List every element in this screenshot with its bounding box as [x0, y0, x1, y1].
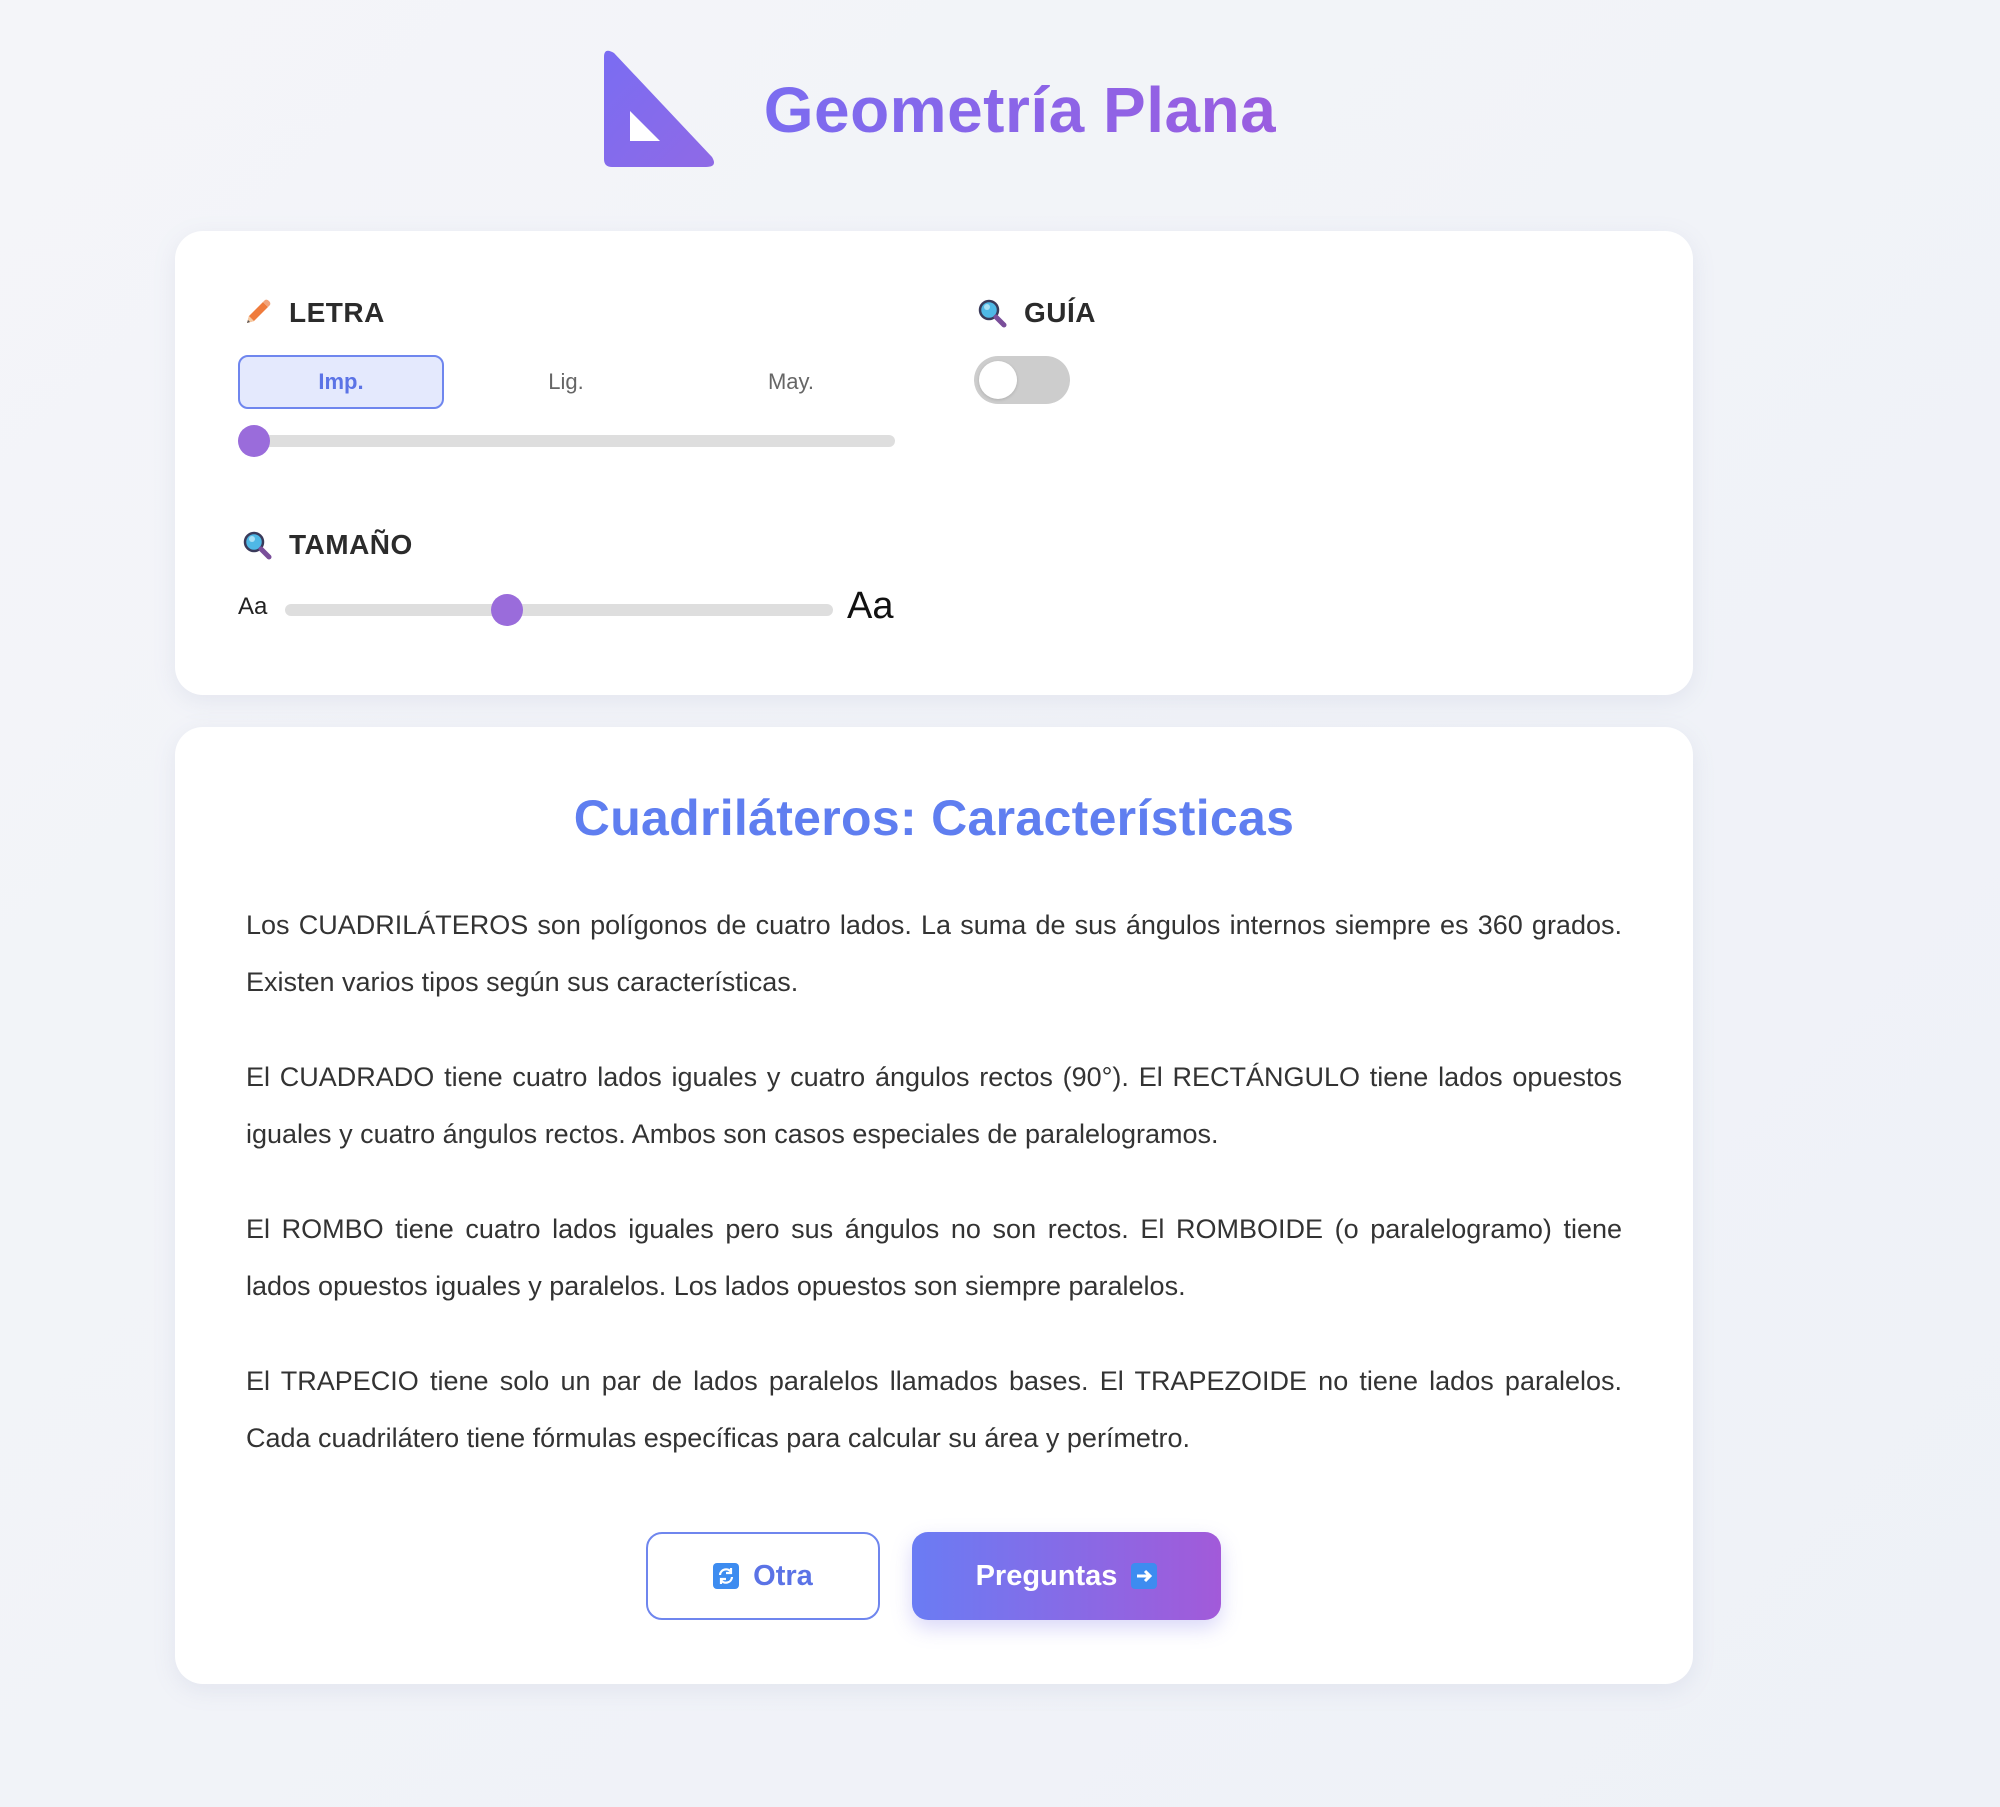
letter-option-uppercase[interactable]: May. — [688, 355, 894, 409]
app-title: Geometría Plana — [763, 74, 1277, 146]
set-square-triangle-icon — [603, 50, 714, 167]
magnifier-icon — [243, 531, 272, 560]
reading-text: Los CUADRILÁTEROS son polígonos de cuatr… — [246, 897, 1622, 1505]
app-header: Geometría Plana — [0, 40, 1870, 180]
letter-option-print[interactable]: Imp. — [238, 355, 444, 409]
questions-button-label: Preguntas — [975, 1559, 1118, 1592]
size-small-label: Aa — [238, 593, 268, 620]
letter-label: LETRA — [289, 297, 385, 328]
other-button-label: Otra — [753, 1559, 813, 1592]
letter-section-header: LETRA — [241, 297, 385, 329]
size-slider-thumb[interactable] — [491, 594, 524, 626]
other-text-button[interactable]: Otra — [646, 1532, 880, 1620]
size-label: TAMAÑO — [289, 529, 413, 560]
reading-paragraph: Los CUADRILÁTEROS son polígonos de cuatr… — [246, 910, 1622, 997]
guide-toggle[interactable] — [974, 356, 1070, 404]
size-large-label: Aa — [847, 585, 894, 627]
reading-title: Cuadriláteros: Características — [573, 790, 1295, 846]
letter-option-cursive[interactable]: Lig. — [463, 355, 669, 409]
magnifier-icon — [978, 299, 1007, 328]
letter-case-slider-thumb[interactable] — [238, 425, 270, 457]
size-slider[interactable] — [285, 594, 833, 626]
questions-button[interactable]: Preguntas — [912, 1532, 1221, 1620]
size-section-header: TAMAÑO — [241, 529, 413, 561]
reading-paragraph: El CUADRADO tiene cuatro lados iguales y… — [246, 1062, 1622, 1149]
letter-case-selector: Imp. Lig. May. — [238, 355, 908, 411]
guide-toggle-knob — [979, 361, 1017, 399]
reading-card: Cuadriláteros: Características Los CUADR… — [175, 727, 1693, 1684]
reading-paragraph: El ROMBO tiene cuatro lados iguales pero… — [246, 1214, 1622, 1301]
settings-panel: LETRA Imp. Lig. May. GUÍA TAMAÑO Aa Aa — [175, 231, 1693, 695]
refresh-icon — [713, 1563, 740, 1589]
guide-label: GUÍA — [1024, 297, 1096, 328]
letter-case-slider[interactable] — [238, 425, 895, 457]
reading-paragraph: El TRAPECIO tiene solo un par de lados p… — [246, 1366, 1622, 1453]
pencil-icon — [247, 299, 271, 323]
guide-section-header: GUÍA — [976, 297, 1096, 329]
arrow-right-icon — [1131, 1563, 1158, 1589]
